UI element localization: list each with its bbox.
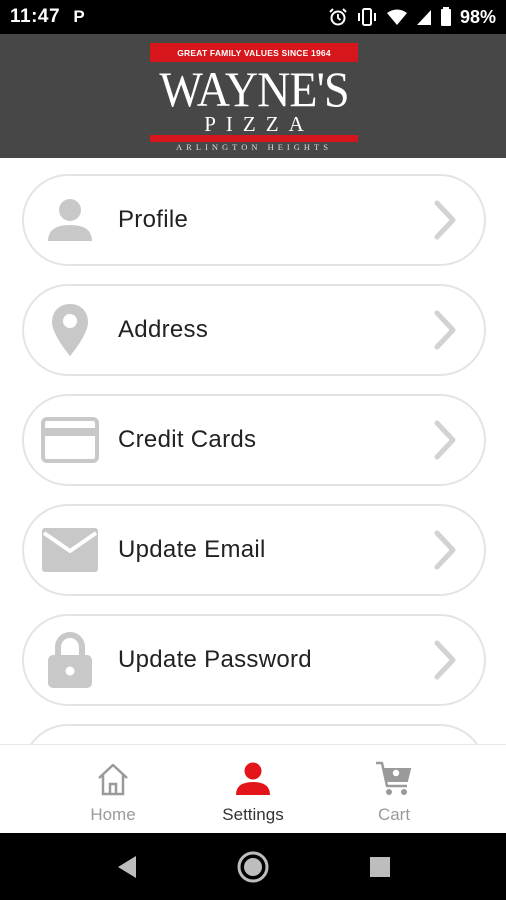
menu-item-label: Profile	[118, 206, 189, 233]
location-pin-icon	[40, 300, 100, 360]
status-time: 11:47	[10, 6, 61, 27]
recents-square-icon	[370, 857, 390, 877]
nav-cart-label: Cart	[377, 805, 411, 824]
parking-app-icon: P	[73, 7, 85, 26]
person-icon	[40, 190, 100, 250]
home-circle-icon	[237, 851, 269, 883]
chevron-right-icon	[434, 530, 456, 570]
chevron-right-icon	[434, 640, 456, 680]
system-nav-bar	[0, 833, 506, 900]
home-system-button[interactable]	[235, 849, 271, 885]
chevron-right-icon	[434, 200, 456, 240]
chevron-right-icon	[434, 310, 456, 350]
logo-rule	[150, 135, 358, 142]
battery-icon	[440, 7, 451, 26]
back-triangle-icon	[118, 856, 136, 878]
logo-subtitle: PIZZA	[204, 112, 314, 136]
app-header: GREAT FAMILY VALUES SINCE 1964 WAYNE'S P…	[0, 34, 506, 158]
signal-icon	[416, 10, 431, 25]
cart-icon	[374, 759, 414, 799]
wifi-icon	[386, 9, 407, 25]
menu-item-label: Credit Cards	[118, 426, 257, 453]
nav-home[interactable]: Home	[43, 745, 183, 834]
home-icon	[93, 759, 133, 799]
nav-cart[interactable]: Cart	[324, 745, 464, 834]
back-button[interactable]	[108, 849, 144, 885]
waynes-pizza-logo: GREAT FAMILY VALUES SINCE 1964 WAYNE'S P…	[150, 43, 358, 155]
update-email-menu-item[interactable]: Update Email	[22, 504, 486, 596]
person-icon	[233, 759, 273, 799]
recents-button[interactable]	[362, 849, 398, 885]
bottom-nav: Home Settings Cart	[0, 744, 506, 833]
alarm-icon	[329, 8, 347, 26]
logo-title: WAYNE'S	[159, 61, 349, 117]
nav-settings[interactable]: Settings	[183, 745, 323, 834]
menu-item-label: Address	[118, 316, 209, 343]
envelope-icon	[40, 520, 100, 580]
update-password-menu-item[interactable]: Update Password	[22, 614, 486, 706]
settings-list[interactable]: Profile Address Credit Cards Update Emai…	[0, 158, 506, 744]
nav-home-label: Home	[90, 805, 136, 824]
menu-item-label: Update Password	[118, 646, 312, 673]
address-menu-item[interactable]: Address	[22, 284, 486, 376]
battery-percent: 98%	[459, 6, 496, 27]
partial-menu-item[interactable]	[22, 724, 486, 744]
status-icons: 98%	[328, 7, 496, 28]
lock-icon	[40, 630, 100, 690]
logo-tagline: GREAT FAMILY VALUES SINCE 1964	[150, 43, 358, 62]
menu-item-label: Update Email	[118, 536, 266, 563]
credit-cards-menu-item[interactable]: Credit Cards	[22, 394, 486, 486]
status-bar: 11:47 P 98%	[0, 0, 506, 34]
vibrate-icon	[357, 8, 376, 26]
credit-card-icon	[40, 410, 100, 470]
nav-settings-label: Settings	[222, 805, 284, 824]
profile-menu-item[interactable]: Profile	[22, 174, 486, 266]
logo-location: ARLINGTON HEIGHTS	[176, 142, 332, 152]
chevron-right-icon	[434, 420, 456, 460]
